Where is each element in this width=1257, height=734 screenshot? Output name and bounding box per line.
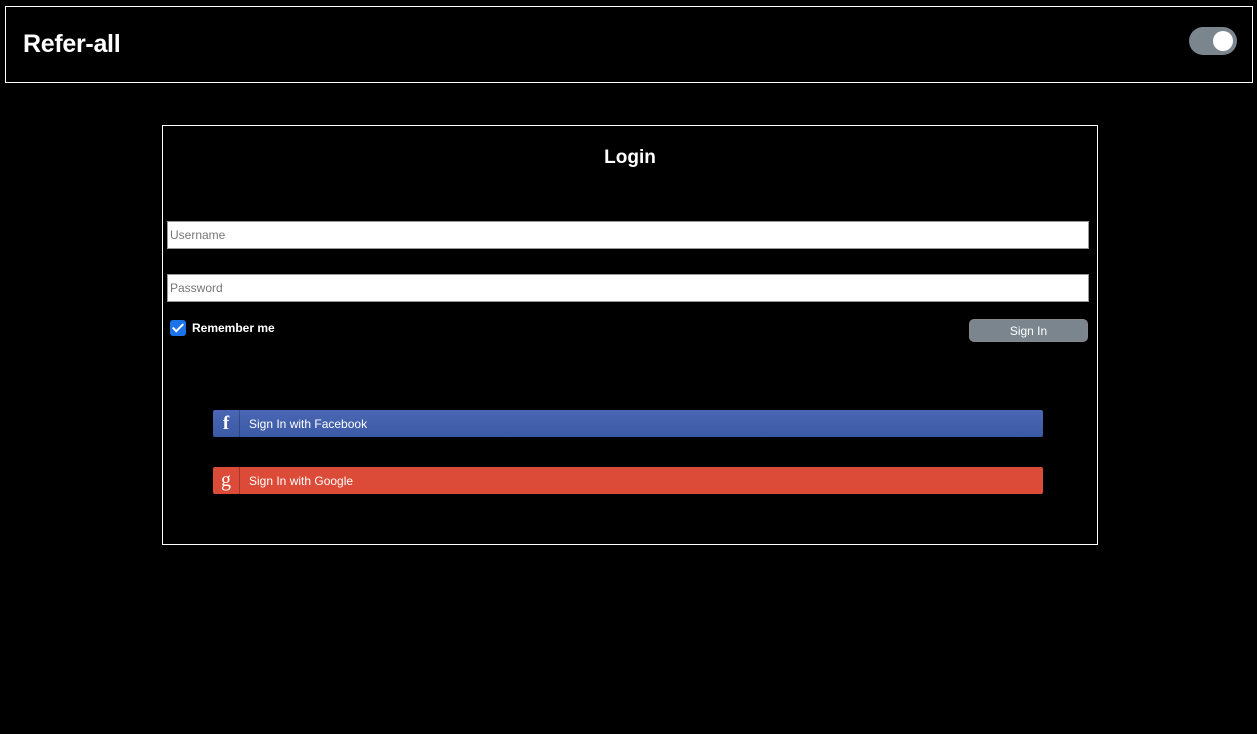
app-header: Refer-all bbox=[5, 6, 1253, 83]
google-sign-in-label: Sign In with Google bbox=[249, 473, 354, 488]
facebook-sign-in-button[interactable]: f Sign In with Facebook bbox=[213, 410, 1043, 437]
username-input[interactable] bbox=[167, 221, 1089, 249]
google-icon: g bbox=[213, 467, 240, 494]
app-title: Refer-all bbox=[23, 30, 121, 58]
login-card: Login Remember me Sign In f Sign In with… bbox=[162, 125, 1098, 545]
theme-toggle[interactable] bbox=[1189, 27, 1237, 55]
remember-me-row: Remember me bbox=[170, 320, 275, 336]
password-input[interactable] bbox=[167, 274, 1089, 302]
facebook-icon: f bbox=[213, 410, 240, 437]
toggle-knob bbox=[1213, 31, 1233, 51]
remember-me-label: Remember me bbox=[192, 321, 275, 335]
google-sign-in-button[interactable]: g Sign In with Google bbox=[213, 467, 1043, 494]
facebook-sign-in-label: Sign In with Facebook bbox=[249, 416, 368, 431]
remember-me-checkbox[interactable] bbox=[170, 320, 186, 336]
login-title: Login bbox=[604, 147, 656, 168]
sign-in-button[interactable]: Sign In bbox=[969, 319, 1088, 342]
